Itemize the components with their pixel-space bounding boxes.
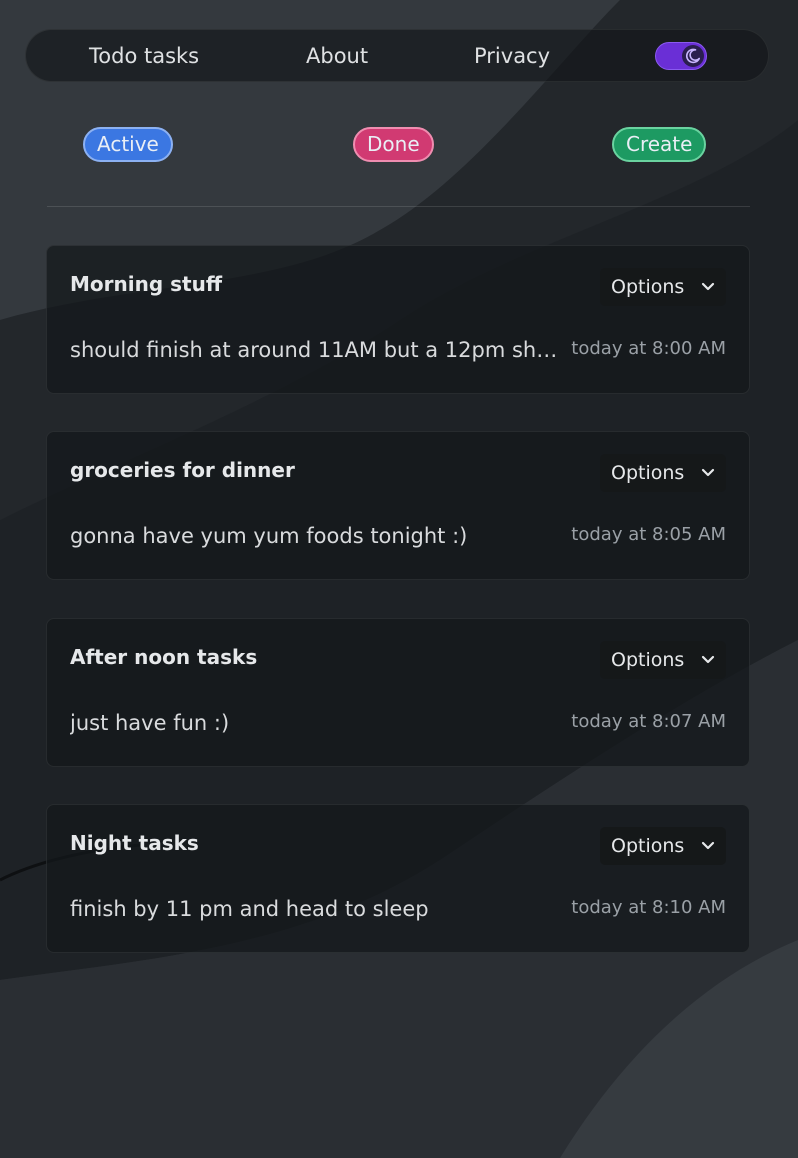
- task-card: groceries for dinner Options gonna have …: [46, 431, 750, 580]
- task-card: Night tasks Options finish by 11 pm and …: [46, 804, 750, 953]
- task-timestamp: today at 8:07 AM: [571, 711, 726, 732]
- chevron-down-icon: [701, 841, 715, 850]
- nav-link-todo-tasks[interactable]: Todo tasks: [89, 30, 199, 83]
- task-options-dropdown[interactable]: Options: [600, 454, 726, 492]
- filter-done-button[interactable]: Done: [353, 127, 434, 162]
- task-timestamp: today at 8:10 AM: [571, 897, 726, 918]
- options-label: Options: [611, 276, 685, 298]
- filter-active-button[interactable]: Active: [83, 127, 173, 162]
- nav-link-about[interactable]: About: [306, 30, 368, 83]
- task-title: Night tasks: [70, 831, 199, 855]
- options-label: Options: [611, 835, 685, 857]
- divider: [47, 206, 750, 207]
- task-card: After noon tasks Options just have fun :…: [46, 618, 750, 767]
- task-title: groceries for dinner: [70, 458, 295, 482]
- create-task-button[interactable]: Create: [612, 127, 707, 162]
- task-card: Morning stuff Options should finish at a…: [46, 245, 750, 394]
- top-nav: Todo tasks About Privacy: [25, 29, 769, 82]
- task-description: finish by 11 pm and head to sleep: [70, 897, 429, 921]
- task-timestamp: today at 8:05 AM: [571, 524, 726, 545]
- task-options-dropdown[interactable]: Options: [600, 268, 726, 306]
- task-description: gonna have yum yum foods tonight :): [70, 524, 468, 548]
- task-title: After noon tasks: [70, 645, 258, 669]
- options-label: Options: [611, 649, 685, 671]
- chevron-down-icon: [701, 282, 715, 291]
- chevron-down-icon: [701, 655, 715, 664]
- moon-icon: [682, 45, 704, 67]
- task-description: should finish at around 11AM but a 12pm …: [70, 338, 565, 362]
- task-description: just have fun :): [70, 711, 230, 735]
- dark-mode-toggle[interactable]: [655, 42, 707, 70]
- task-title: Morning stuff: [70, 272, 223, 296]
- task-options-dropdown[interactable]: Options: [600, 641, 726, 679]
- chevron-down-icon: [701, 468, 715, 477]
- task-options-dropdown[interactable]: Options: [600, 827, 726, 865]
- options-label: Options: [611, 462, 685, 484]
- task-timestamp: today at 8:00 AM: [571, 338, 726, 359]
- nav-link-privacy[interactable]: Privacy: [474, 30, 550, 83]
